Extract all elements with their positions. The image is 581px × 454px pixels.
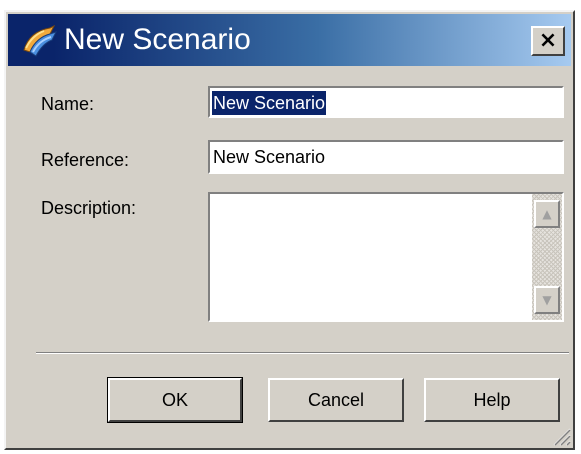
name-label: Name:	[41, 94, 95, 114]
scroll-down-button[interactable]: ▼	[534, 286, 560, 314]
dialog-title: New Scenario	[64, 23, 251, 56]
reference-label: Reference:	[41, 150, 130, 170]
ok-button[interactable]: OK	[107, 377, 243, 423]
description-textarea[interactable]: ▲ ▼	[208, 192, 564, 322]
resize-grip-icon[interactable]	[551, 426, 571, 446]
name-field-value: New Scenario	[212, 91, 327, 115]
scroll-up-button[interactable]: ▲	[534, 200, 560, 228]
separator-line	[36, 352, 569, 354]
description-label: Description:	[41, 198, 137, 218]
new-scenario-dialog: New Scenario × Name: New Scenario Refere…	[4, 10, 575, 450]
close-button[interactable]: ×	[531, 26, 565, 56]
reference-field-value: New Scenario	[213, 147, 326, 167]
title-bar[interactable]: New Scenario ×	[8, 14, 571, 66]
reference-field[interactable]: New Scenario	[208, 140, 564, 174]
scenario-icon	[23, 24, 57, 57]
name-field[interactable]: New Scenario	[208, 86, 564, 118]
cancel-button[interactable]: Cancel	[268, 378, 404, 422]
description-scrollbar[interactable]: ▲ ▼	[532, 194, 562, 320]
help-button[interactable]: Help	[424, 378, 560, 422]
